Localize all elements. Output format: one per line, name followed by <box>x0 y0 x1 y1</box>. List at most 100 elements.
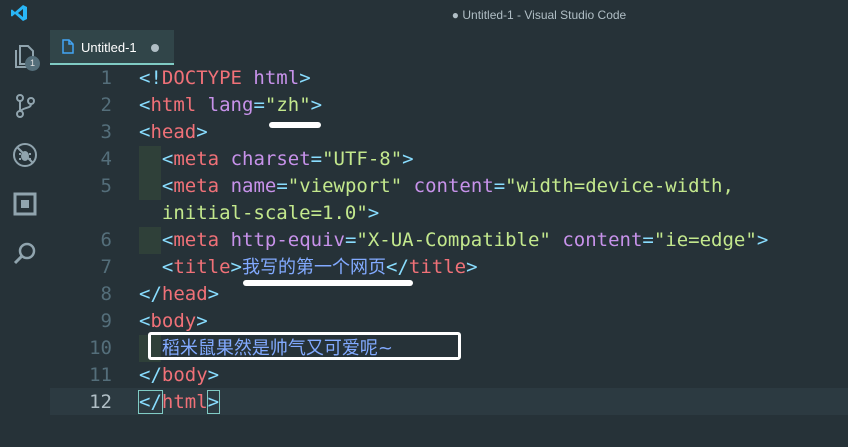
line-number: 2 <box>100 94 112 116</box>
explorer-badge: 1 <box>25 56 40 71</box>
search-icon <box>13 242 36 265</box>
code-text: <!DOCTYPE html> <box>139 65 311 92</box>
code-text: <meta http-equiv="X-UA-Compatible" conte… <box>139 227 768 254</box>
activity-debug[interactable] <box>0 137 50 177</box>
annotation-underline <box>269 122 321 128</box>
code-line[interactable]: 11 </body> <box>50 362 848 389</box>
code-editor[interactable]: 1 <!DOCTYPE html> 2 <html lang="zh"> 3 <head>… <box>50 65 848 447</box>
code-token: "ie=edge" <box>653 229 757 251</box>
unsaved-dot-icon[interactable] <box>151 44 159 52</box>
code-line[interactable]: 3 <head> <box>50 119 848 146</box>
file-icon <box>62 39 74 54</box>
activity-bar: 1 <box>0 0 50 447</box>
code-token: <! <box>139 67 162 89</box>
code-token: initial-scale=1.0" <box>139 202 368 224</box>
window-title: ● Untitled-1 - Visual Studio Code <box>451 8 627 22</box>
code-text: <meta name="viewport" content="width=dev… <box>139 173 734 200</box>
annotation-underline <box>243 280 413 286</box>
code-line[interactable]: initial-scale=1.0"> <box>50 200 848 227</box>
activity-source-control[interactable] <box>0 88 50 128</box>
code-token: < <box>139 121 151 143</box>
code-token: 我写的第一个网页 <box>242 257 386 278</box>
code-line[interactable]: 4 <meta charset="UTF-8"> <box>50 146 848 173</box>
code-line[interactable]: 8 </head> <box>50 281 848 308</box>
line-number: 4 <box>100 148 112 170</box>
code-token: head <box>150 121 197 143</box>
code-token: </ <box>386 256 409 278</box>
extensions-icon <box>13 192 37 216</box>
code-token: < <box>161 256 174 278</box>
code-token: = <box>493 175 506 197</box>
code-token: "UTF-8" <box>322 148 403 170</box>
code-token: title <box>173 256 231 278</box>
code-token: < <box>161 229 174 251</box>
code-text: </head> <box>139 281 219 308</box>
line-number: 12 <box>89 391 112 413</box>
code-token: = <box>253 94 265 116</box>
code-token: > <box>402 148 414 170</box>
activity-search[interactable] <box>0 236 50 276</box>
source-control-icon <box>16 94 35 118</box>
line-number: 1 <box>100 67 112 89</box>
code-token: > <box>230 256 242 278</box>
code-token: html <box>161 391 208 413</box>
tab-untitled-1[interactable]: Untitled-1 <box>50 30 174 65</box>
line-number: 11 <box>89 364 112 386</box>
code-token: meta <box>173 148 220 170</box>
code-token: </ <box>138 390 163 414</box>
code-text: <title>我写的第一个网页</title> <box>139 254 478 281</box>
code-token: body <box>150 310 197 332</box>
code-line[interactable]: 1 <!DOCTYPE html> <box>50 65 848 92</box>
line-number: 9 <box>100 310 112 332</box>
code-token: html <box>150 94 197 116</box>
code-token: lang <box>207 94 254 116</box>
code-token: > <box>207 364 220 386</box>
code-token: meta <box>173 175 220 197</box>
line-number: 3 <box>100 121 112 143</box>
code-token: meta <box>173 229 220 251</box>
code-token: = <box>276 175 288 197</box>
code-text: <meta charset="UTF-8"> <box>139 146 414 173</box>
code-line[interactable]: 7 <title>我写的第一个网页</title> <box>50 254 848 281</box>
code-token: = <box>344 229 357 251</box>
code-line[interactable]: 5 <meta name="viewport" content="width=d… <box>50 173 848 200</box>
code-token: DOCTYPE <box>161 67 242 89</box>
tab-label: Untitled-1 <box>81 40 137 55</box>
code-token: "zh" <box>264 94 311 116</box>
code-token: > <box>299 67 311 89</box>
line-number: 8 <box>100 283 112 305</box>
code-text: </html> <box>138 389 221 416</box>
code-token: < <box>161 148 174 170</box>
title-bar: ● Untitled-1 - Visual Studio Code <box>0 0 848 30</box>
code-text: <body> <box>139 308 208 335</box>
code-token: > <box>206 390 221 414</box>
code-token: body <box>161 364 208 386</box>
line-number: 7 <box>100 256 112 278</box>
code-line[interactable]: 12 </html> <box>50 389 848 416</box>
activity-extensions[interactable] <box>0 186 50 226</box>
code-token: > <box>466 256 478 278</box>
code-token: "X-UA-Compatible" <box>356 229 551 251</box>
annotation-box <box>148 332 461 360</box>
code-token: > <box>207 283 220 305</box>
code-token: http-equiv <box>230 229 345 251</box>
code-line[interactable]: 2 <html lang="zh"> <box>50 92 848 119</box>
code-text: <head> <box>139 119 208 146</box>
code-line[interactable]: 9 <body> <box>50 308 848 335</box>
code-token: "viewport" <box>287 175 403 197</box>
code-line[interactable]: 6 <meta http-equiv="X-UA-Compatible" con… <box>50 227 848 254</box>
code-token: > <box>196 121 208 143</box>
vscode-logo-icon <box>11 5 27 21</box>
code-token: > <box>756 229 769 251</box>
code-token: head <box>161 283 208 305</box>
